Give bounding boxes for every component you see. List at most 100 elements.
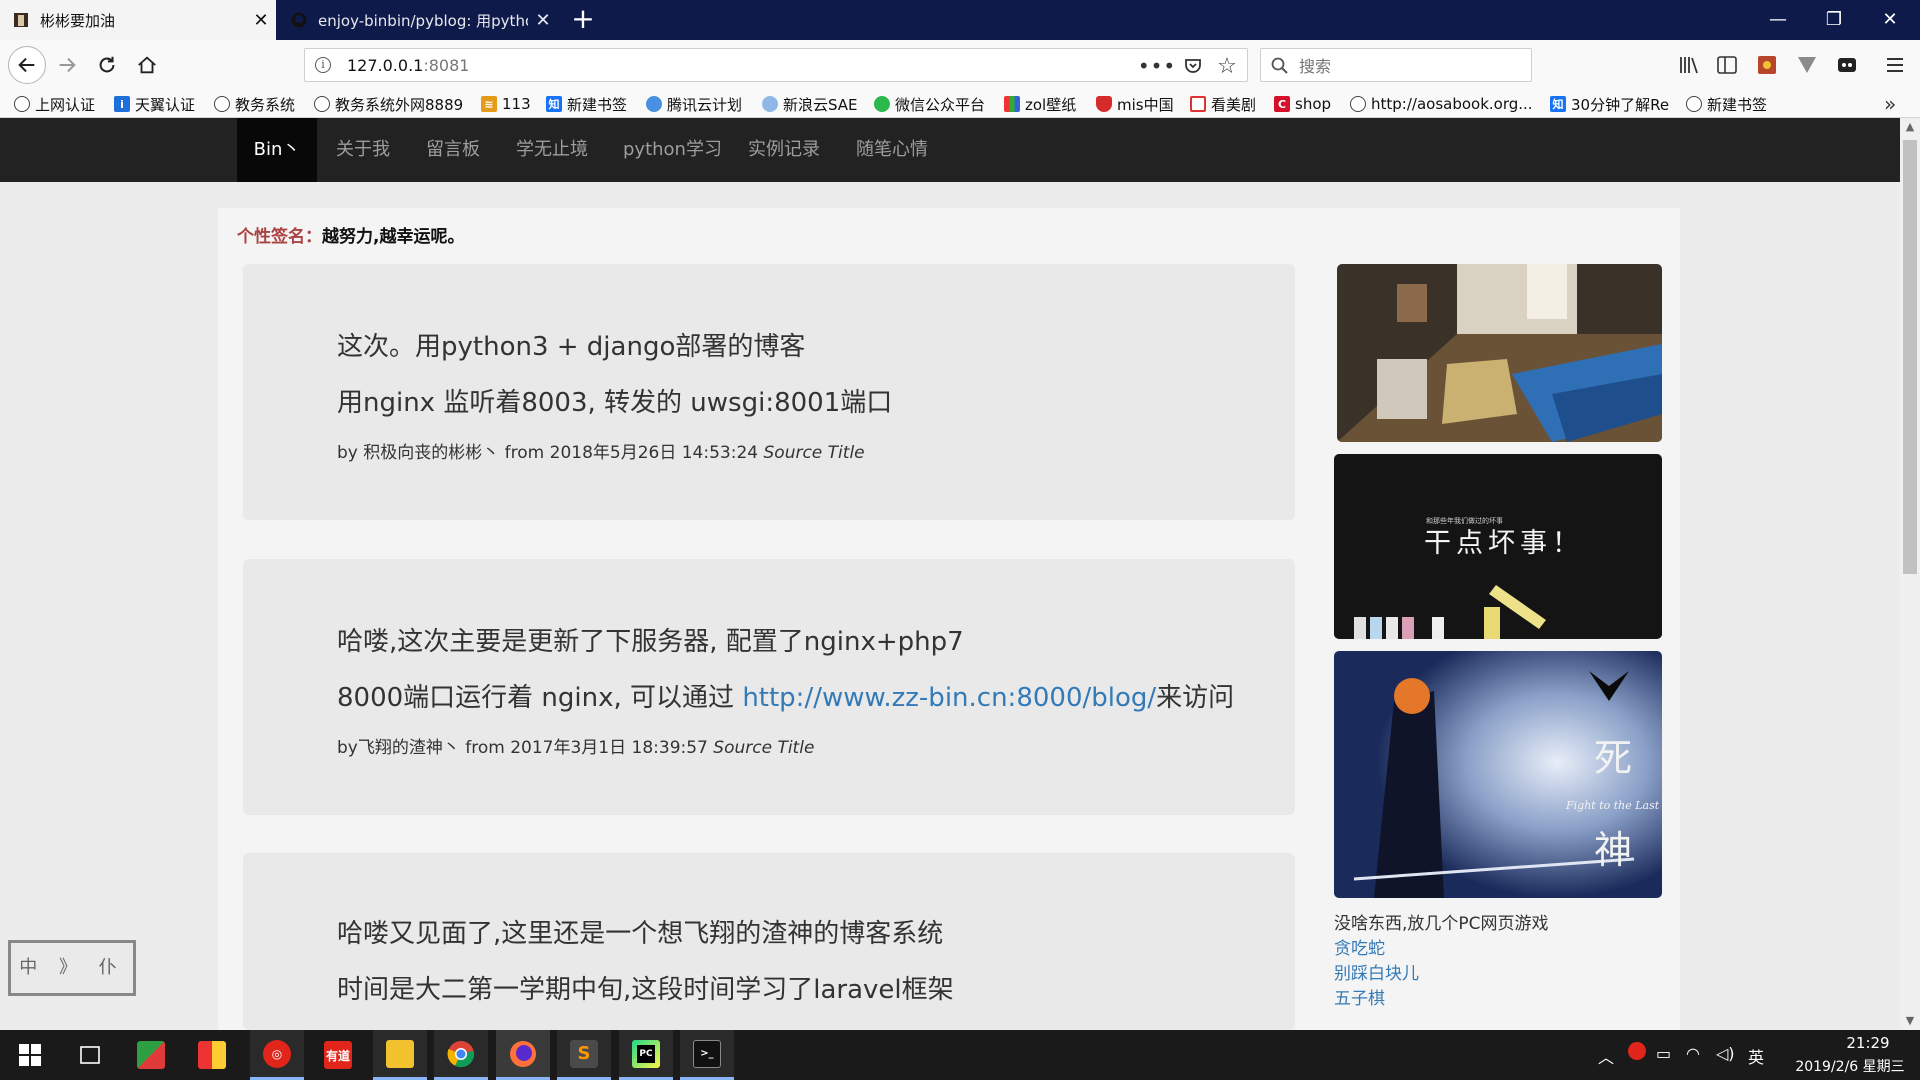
site-info-icon[interactable]: i bbox=[315, 57, 331, 73]
back-button[interactable] bbox=[8, 46, 46, 84]
bookmark-item[interactable]: http://aosabook.org... bbox=[1350, 94, 1533, 114]
sidebar-image-chalkboard[interactable]: 和那些年我们做过的坏事 干点坏事！ bbox=[1334, 454, 1662, 639]
netease-music-icon[interactable]: ◎ bbox=[250, 1030, 304, 1080]
stack-icon: ≋ bbox=[481, 96, 497, 112]
post-line: 用nginx 监听着8003, 转发的 uwsgi:8001端口 bbox=[337, 388, 893, 418]
arrow-left-icon bbox=[18, 57, 35, 73]
nav-about[interactable]: 关于我 bbox=[336, 118, 390, 182]
pycharm-icon[interactable]: PC bbox=[619, 1030, 673, 1080]
extension-dark-icon[interactable] bbox=[1834, 52, 1860, 78]
pocket-icon[interactable] bbox=[1181, 54, 1205, 78]
restore-icon[interactable]: ❐ bbox=[1806, 0, 1862, 40]
app-grid-icon[interactable] bbox=[185, 1030, 239, 1080]
anime-caption: Fight to the Last bbox=[1565, 799, 1660, 812]
sublime-icon[interactable]: S bbox=[557, 1030, 611, 1080]
chevron-double-right-icon[interactable]: » bbox=[1884, 92, 1896, 116]
bookmark-item[interactable]: 微信公众平台 bbox=[874, 94, 985, 114]
post-source: Source Title bbox=[713, 738, 815, 758]
scroll-thumb[interactable] bbox=[1903, 140, 1917, 574]
chrome-icon[interactable] bbox=[434, 1030, 488, 1080]
tab-close-icon[interactable]: ✕ bbox=[528, 10, 558, 31]
bookmark-item[interactable]: mis中国 bbox=[1096, 94, 1174, 114]
bookmark-item[interactable]: 新浪云SAE bbox=[762, 94, 858, 114]
youdao-icon[interactable]: 有道 bbox=[311, 1030, 365, 1080]
game-link-white-tiles[interactable]: 别踩白块儿 bbox=[1334, 959, 1419, 984]
bookmark-item[interactable]: 腾讯云计划 bbox=[646, 94, 742, 114]
tab-github[interactable]: enjoy-binbin/pyblog: 用python ✕ bbox=[278, 0, 558, 40]
bookmark-item[interactable]: 教务系统外网8889 bbox=[314, 94, 463, 114]
start-icon[interactable] bbox=[3, 1030, 57, 1080]
nav-essays[interactable]: 随笔心情 bbox=[856, 118, 928, 182]
close-window-icon[interactable]: ✕ bbox=[1862, 0, 1918, 40]
sidebar-image-anime[interactable]: 死 神 Fight to the Last bbox=[1334, 651, 1662, 898]
bookmark-item[interactable]: ≋ 113 bbox=[481, 94, 531, 114]
new-tab-button[interactable]: + bbox=[568, 5, 598, 34]
post-card[interactable]: 这次。用python3 + django部署的博客 用nginx 监听着8003… bbox=[243, 264, 1295, 520]
post-line: 哈喽,这次主要是更新了下服务器, 配置了nginx+php7 bbox=[337, 627, 964, 657]
search-box[interactable] bbox=[1260, 48, 1532, 82]
floating-stamp-widget[interactable]: 中 》 仆 bbox=[8, 940, 136, 996]
extension-vue-icon[interactable] bbox=[1794, 52, 1820, 78]
url-bar[interactable]: i 127.0.0.1:8081 ••• ☆ bbox=[304, 48, 1248, 82]
task-view-icon[interactable] bbox=[63, 1030, 117, 1080]
app-red-green-icon[interactable] bbox=[124, 1030, 178, 1080]
tab-active[interactable]: 彬彬要加油 ✕ bbox=[0, 0, 276, 40]
clock-time[interactable]: 21:29 bbox=[1818, 1034, 1918, 1052]
wifi-icon[interactable]: ◠ bbox=[1686, 1044, 1700, 1063]
site-favicon-icon bbox=[12, 11, 30, 29]
nav-examples[interactable]: 实例记录 bbox=[748, 118, 820, 182]
chalk-small-text: 和那些年我们做过的坏事 bbox=[1426, 516, 1503, 525]
bookmark-item[interactable]: 教务系统 bbox=[214, 94, 295, 114]
page-actions-icon[interactable]: ••• bbox=[1138, 54, 1175, 78]
firefox-icon[interactable] bbox=[496, 1030, 550, 1080]
bookmark-item[interactable]: zol壁纸 bbox=[1004, 94, 1076, 114]
game-link-gomoku[interactable]: 五子棋 bbox=[1334, 984, 1385, 1009]
clock-date[interactable]: 2019/2/6 星期三 bbox=[1782, 1056, 1918, 1076]
post-card[interactable]: 哈喽,这次主要是更新了下服务器, 配置了nginx+php7 8000端口运行着… bbox=[243, 559, 1295, 815]
scroll-up-icon[interactable]: ▲ bbox=[1900, 118, 1920, 136]
site-brand[interactable]: Bin丶 bbox=[237, 118, 317, 182]
nav-python[interactable]: python学习 bbox=[623, 118, 722, 182]
bookmark-item[interactable]: 新建书签 bbox=[1686, 94, 1767, 114]
post-source: Source Title bbox=[763, 443, 865, 463]
sidebar-toggle-icon[interactable] bbox=[1714, 52, 1740, 78]
bookmark-item[interactable]: 知新建书签 bbox=[546, 94, 627, 114]
bookmark-item[interactable]: i 天翼认证 bbox=[114, 94, 195, 114]
library-icon[interactable] bbox=[1676, 52, 1702, 78]
nav-guestbook[interactable]: 留言板 bbox=[426, 118, 480, 182]
scroll-down-icon[interactable]: ▼ bbox=[1900, 1012, 1920, 1030]
extension-orange-icon[interactable] bbox=[1754, 52, 1780, 78]
bookmark-item[interactable]: Cshop bbox=[1274, 94, 1331, 114]
forward-button[interactable] bbox=[50, 48, 84, 82]
home-button[interactable] bbox=[130, 48, 164, 82]
url-text[interactable]: 127.0.0.1:8081 bbox=[347, 56, 469, 75]
c-icon: C bbox=[1274, 96, 1290, 112]
bookmark-item[interactable]: 上网认证 bbox=[14, 94, 95, 114]
anime-kanji-2: 神 bbox=[1594, 828, 1632, 872]
bookmark-star-icon[interactable]: ☆ bbox=[1215, 54, 1239, 79]
page-scrollbar[interactable]: ▲ ▼ bbox=[1900, 118, 1920, 1030]
game-link-snake[interactable]: 贪吃蛇 bbox=[1334, 934, 1385, 959]
sidebar-image-room[interactable] bbox=[1337, 264, 1662, 442]
file-explorer-icon[interactable] bbox=[373, 1030, 427, 1080]
tab-close-icon[interactable]: ✕ bbox=[246, 10, 276, 31]
minimize-icon[interactable]: — bbox=[1750, 0, 1806, 40]
bookmark-item[interactable]: 看美剧 bbox=[1190, 94, 1256, 114]
cloud-icon bbox=[762, 96, 778, 112]
post-link[interactable]: http://www.zz-bin.cn:8000/blog/ bbox=[742, 683, 1156, 713]
terminal-icon[interactable]: >_ bbox=[680, 1030, 734, 1080]
site-navbar: Bin丶 关于我 留言板 学无止境 python学习 实例记录 随笔心情 bbox=[0, 118, 1900, 182]
ime-indicator[interactable]: 英 bbox=[1748, 1044, 1764, 1068]
nav-learning[interactable]: 学无止境 bbox=[516, 118, 588, 182]
volume-icon[interactable]: ◁) bbox=[1716, 1044, 1735, 1063]
menu-icon[interactable] bbox=[1882, 52, 1908, 78]
cloud-icon bbox=[646, 96, 662, 112]
search-input[interactable] bbox=[1299, 55, 1519, 77]
battery-icon[interactable]: ▭ bbox=[1656, 1044, 1671, 1063]
tray-chevron-icon[interactable]: ︿ bbox=[1598, 1044, 1614, 1068]
bookmark-item[interactable]: 知 30分钟了解Re bbox=[1550, 94, 1669, 114]
wechat-icon bbox=[874, 96, 890, 112]
post-card[interactable]: 哈喽又见面了,这里还是一个想飞翔的渣神的博客系统 时间是大二第一学期中旬,这段时… bbox=[243, 853, 1295, 1030]
tray-netease-icon[interactable] bbox=[1628, 1042, 1646, 1064]
reload-button[interactable] bbox=[90, 48, 124, 82]
